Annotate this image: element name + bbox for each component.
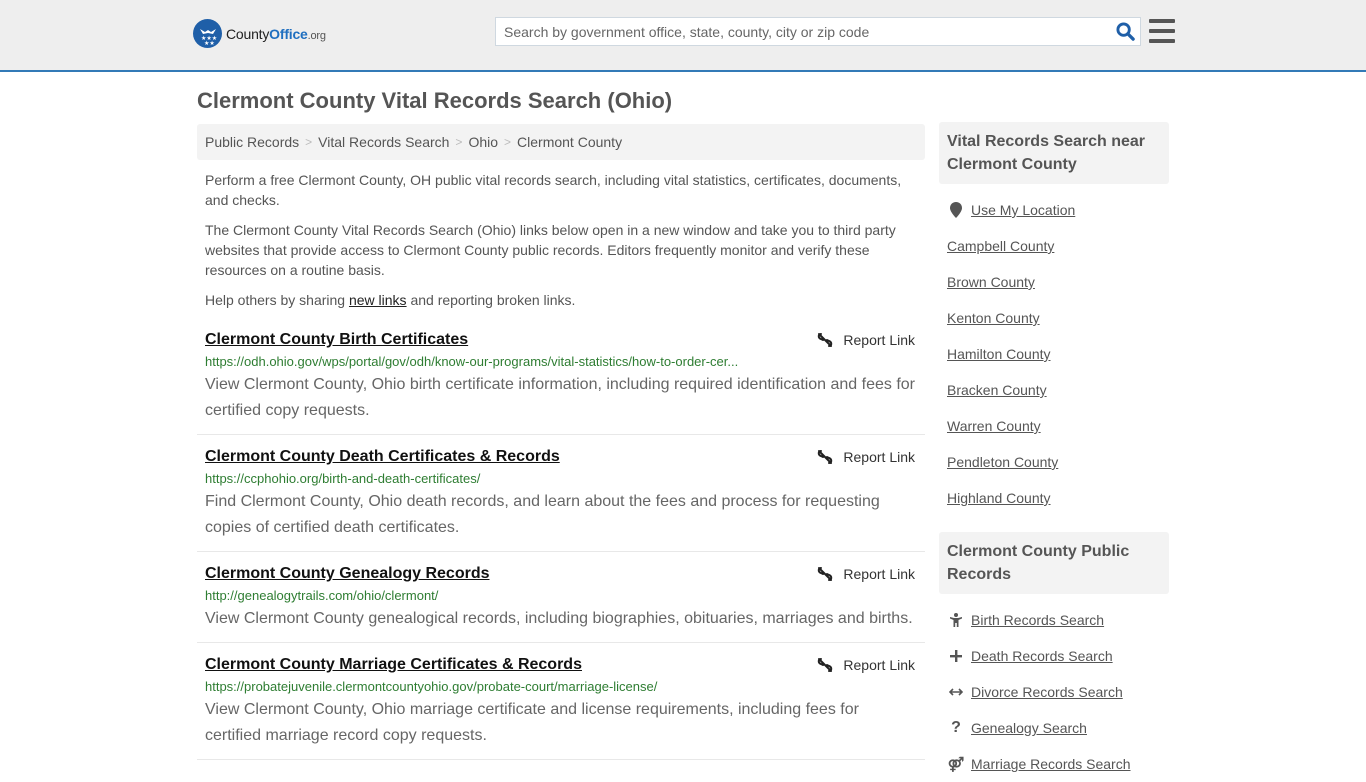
nearby-county-item: Hamilton County	[947, 336, 1161, 372]
breadcrumb-clermont-county[interactable]: Clermont County	[517, 134, 622, 150]
public-records-link[interactable]: Divorce Records Search	[971, 684, 1123, 700]
result-title-link[interactable]: Clermont County Death Certificates & Rec…	[205, 445, 560, 469]
result-title-link[interactable]: Clermont County Genealogy Records	[205, 562, 490, 586]
nearby-county-item: Campbell County	[947, 228, 1161, 264]
public-records-link[interactable]: Death Records Search	[971, 648, 1113, 664]
nearby-county-link[interactable]: Brown County	[947, 274, 1035, 290]
nearby-county-link[interactable]: Warren County	[947, 418, 1041, 434]
eagle-stars-icon: ★★★ ★★	[193, 19, 222, 48]
use-my-location-link[interactable]: Use My Location	[971, 202, 1075, 218]
public-records-item: ? Genealogy Search	[947, 710, 1161, 746]
nearby-county-item: Bracken County	[947, 372, 1161, 408]
result-description: View Clermont County genealogical record…	[205, 610, 913, 627]
broken-link-icon	[818, 567, 833, 581]
site-logo[interactable]: ★★★ ★★ CountyOffice.org	[193, 19, 326, 48]
result-url: https://ccphohio.org/birth-and-death-cer…	[205, 471, 481, 486]
nearby-county-link[interactable]: Campbell County	[947, 238, 1054, 254]
public-records-item: ⚤ Marriage Records Search	[947, 746, 1161, 782]
report-link-button[interactable]: Report Link	[817, 657, 915, 673]
intro-paragraph: Perform a free Clermont County, OH publi…	[205, 172, 902, 208]
nearby-county-link[interactable]: Kenton County	[947, 310, 1040, 326]
report-link-button[interactable]: Report Link	[817, 332, 915, 348]
map-marker-icon	[947, 202, 965, 218]
result-item: Clermont County Genealogy Records Report…	[197, 552, 925, 643]
breadcrumb-ohio[interactable]: Ohio	[468, 134, 498, 150]
plus-icon	[947, 650, 965, 662]
public-records-list: Birth Records Search Death Records Searc…	[939, 602, 1169, 782]
public-records-link[interactable]: Genealogy Search	[971, 720, 1087, 736]
results-list: Clermont County Birth Certificates Repor…	[197, 328, 925, 760]
page-title: Clermont County Vital Records Search (Oh…	[197, 88, 673, 113]
result-title-link[interactable]: Clermont County Marriage Certificates & …	[205, 653, 582, 677]
result-description: View Clermont County, Ohio marriage cert…	[205, 701, 859, 744]
question-icon: ?	[951, 719, 961, 736]
report-link-button[interactable]: Report Link	[817, 566, 915, 582]
search-input[interactable]	[496, 18, 1110, 45]
breadcrumb-separator: >	[504, 135, 512, 149]
nearby-county-link[interactable]: Hamilton County	[947, 346, 1051, 362]
child-icon	[947, 613, 965, 627]
public-records-item: Divorce Records Search	[947, 674, 1161, 710]
breadcrumb: Public Records > Vital Records Search > …	[197, 124, 925, 160]
result-url: https://probatejuvenile.clermontcountyoh…	[205, 679, 658, 694]
nearby-county-item: Kenton County	[947, 300, 1161, 336]
breadcrumb-separator: >	[305, 135, 313, 149]
nearby-county-link[interactable]: Highland County	[947, 490, 1051, 506]
result-url: http://genealogytrails.com/ohio/clermont…	[205, 588, 439, 603]
breadcrumb-vital-records-search[interactable]: Vital Records Search	[318, 134, 449, 150]
nearby-county-item: Warren County	[947, 408, 1161, 444]
nearby-list: Use My Location Campbell County Brown Co…	[939, 192, 1169, 516]
nearby-county-item: Pendleton County	[947, 444, 1161, 480]
search-icon	[1115, 22, 1135, 41]
result-description: View Clermont County, Ohio birth certifi…	[205, 376, 915, 419]
new-links-link[interactable]: new links	[349, 292, 407, 308]
site-header: ★★★ ★★ CountyOffice.org	[0, 0, 1366, 72]
public-records-link[interactable]: Birth Records Search	[971, 612, 1104, 628]
result-url: https://odh.ohio.gov/wps/portal/gov/odh/…	[205, 354, 739, 369]
svg-text:★★: ★★	[204, 40, 215, 45]
result-item: Clermont County Birth Certificates Repor…	[197, 328, 925, 435]
public-records-heading: Clermont County Public Records	[939, 532, 1169, 594]
nearby-county-item: Highland County	[947, 480, 1161, 516]
breadcrumb-separator: >	[455, 135, 463, 149]
public-records-link[interactable]: Marriage Records Search	[971, 756, 1131, 772]
main-content: Public Records > Vital Records Search > …	[197, 124, 925, 760]
hamburger-menu-icon[interactable]	[1149, 19, 1175, 43]
nearby-county-item: Brown County	[947, 264, 1161, 300]
nearby-county-link[interactable]: Pendleton County	[947, 454, 1058, 470]
public-records-item: Birth Records Search	[947, 602, 1161, 638]
breadcrumb-public-records[interactable]: Public Records	[205, 134, 299, 150]
intro: Perform a free Clermont County, OH publi…	[197, 170, 925, 310]
broken-link-icon	[818, 658, 833, 672]
result-description: Find Clermont County, Ohio death records…	[205, 493, 880, 536]
sidebar: Vital Records Search near Clermont Count…	[939, 122, 1169, 782]
intro-paragraph: The Clermont County Vital Records Search…	[205, 222, 896, 278]
search-box	[495, 17, 1141, 46]
broken-link-icon	[818, 333, 833, 347]
nearby-heading: Vital Records Search near Clermont Count…	[939, 122, 1169, 184]
result-title-link[interactable]: Clermont County Birth Certificates	[205, 328, 468, 352]
marriage-icon: ⚤	[947, 755, 965, 772]
logo-text: CountyOffice.org	[226, 25, 326, 42]
result-item: Clermont County Marriage Certificates & …	[197, 643, 925, 760]
share-links-paragraph: Help others by sharing new links and rep…	[205, 292, 576, 308]
arrows-horizontal-icon	[947, 687, 965, 697]
result-item: Clermont County Death Certificates & Rec…	[197, 435, 925, 552]
search-button[interactable]	[1110, 18, 1140, 45]
nearby-county-link[interactable]: Bracken County	[947, 382, 1047, 398]
public-records-item: Death Records Search	[947, 638, 1161, 674]
use-my-location-item: Use My Location	[947, 192, 1161, 228]
broken-link-icon	[818, 450, 833, 464]
report-link-button[interactable]: Report Link	[817, 449, 915, 465]
